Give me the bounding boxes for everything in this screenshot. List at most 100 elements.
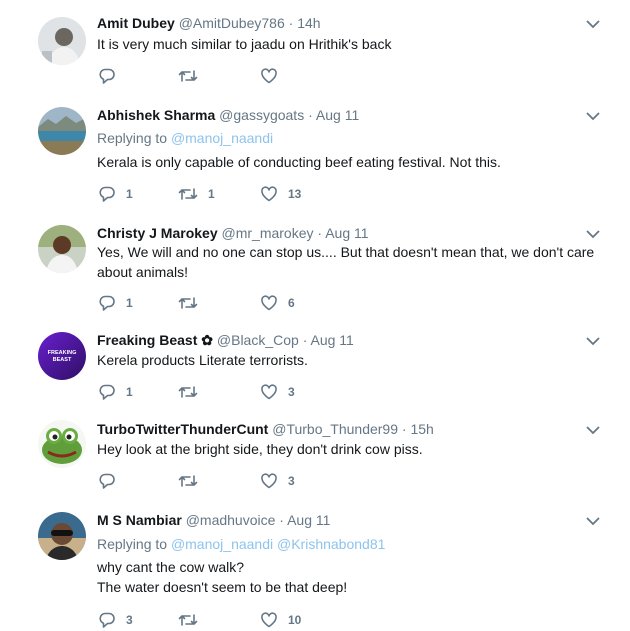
username[interactable]: @Black_Cop bbox=[217, 332, 299, 348]
heart-icon bbox=[261, 612, 277, 628]
separator: · bbox=[302, 332, 308, 348]
reply-count: 1 bbox=[126, 385, 133, 399]
chevron-down-icon[interactable] bbox=[586, 19, 600, 29]
retweet-icon bbox=[178, 614, 198, 626]
display-name[interactable]: Freaking Beast ✿ bbox=[97, 332, 213, 348]
retweet-icon bbox=[178, 297, 198, 309]
heart-icon bbox=[261, 295, 277, 311]
retweet-button[interactable] bbox=[178, 67, 208, 85]
heart-icon bbox=[261, 473, 277, 489]
tweet-text: Kerela products Literate terrorists. bbox=[97, 350, 607, 370]
like-count: 13 bbox=[288, 187, 302, 201]
separator: · bbox=[401, 421, 407, 437]
chevron-down-icon[interactable] bbox=[586, 516, 600, 526]
display-name[interactable]: M S Nambiar bbox=[97, 512, 182, 528]
display-name[interactable]: Christy J Marokey bbox=[97, 225, 218, 241]
replying-to: Replying to @manoj_naandi @Krishnabond81 bbox=[97, 535, 385, 553]
timestamp[interactable]: Aug 11 bbox=[316, 107, 359, 123]
like-count: 10 bbox=[288, 613, 302, 627]
heart-icon bbox=[261, 384, 277, 400]
reply-button[interactable]: 1 bbox=[98, 294, 133, 312]
retweet-button[interactable] bbox=[178, 472, 208, 490]
username[interactable]: @gassygoats bbox=[219, 107, 304, 123]
timestamp[interactable]: Aug 11 bbox=[325, 225, 368, 241]
username[interactable]: @Turbo_Thunder99 bbox=[272, 421, 398, 437]
chevron-down-icon[interactable] bbox=[586, 229, 600, 239]
like-button[interactable]: 6 bbox=[260, 294, 295, 312]
display-name[interactable]: TurboTwitterThunderCunt bbox=[97, 421, 268, 437]
like-button[interactable]: 3 bbox=[260, 383, 295, 401]
tweet-header: Abhishek Sharma @gassygoats · Aug 11 bbox=[97, 106, 359, 124]
display-name[interactable]: Amit Dubey bbox=[97, 15, 175, 31]
tweet-header: M S Nambiar @madhuvoice · Aug 11 bbox=[97, 511, 330, 529]
tweet-text: why cant the cow walk? The water doesn't… bbox=[97, 557, 607, 597]
avatar[interactable] bbox=[38, 17, 86, 65]
username[interactable]: @madhuvoice bbox=[186, 512, 276, 528]
mention-link[interactable]: @Krishnabond81 bbox=[277, 536, 385, 552]
like-button[interactable] bbox=[260, 67, 288, 85]
avatar[interactable] bbox=[38, 107, 86, 155]
tweet-text-line: Hey look at the bright side, they don't … bbox=[97, 441, 423, 457]
mention-link[interactable]: @manoj_naandi bbox=[171, 536, 273, 552]
tweet-text-line: why cant the cow walk? bbox=[97, 559, 245, 575]
like-button[interactable]: 10 bbox=[260, 611, 301, 629]
tweet[interactable]: TurboTwitterThunderCunt @Turbo_Thunder99… bbox=[0, 410, 630, 500]
tweet-header: Amit Dubey @AmitDubey786 · 14h bbox=[97, 14, 321, 32]
tweet-header: Freaking Beast ✿ @Black_Cop · Aug 11 bbox=[97, 331, 354, 349]
retweet-icon bbox=[178, 188, 198, 200]
reply-icon bbox=[99, 68, 115, 84]
chevron-down-icon[interactable] bbox=[586, 336, 600, 346]
tweet-header: TurboTwitterThunderCunt @Turbo_Thunder99… bbox=[97, 420, 434, 438]
tweet[interactable]: Amit Dubey @AmitDubey786 · 14h It is ver… bbox=[0, 0, 630, 97]
timestamp[interactable]: 15h bbox=[410, 421, 433, 437]
tweet-text-line: The water doesn't seem to be that deep! bbox=[97, 579, 348, 595]
like-count: 3 bbox=[288, 385, 295, 399]
reply-icon bbox=[99, 384, 115, 400]
username[interactable]: @mr_marokey bbox=[222, 225, 314, 241]
retweet-button[interactable]: 1 bbox=[178, 185, 215, 203]
avatar[interactable] bbox=[38, 225, 86, 273]
tweet-text-line: Yes, We will and no one can stop us.... … bbox=[97, 244, 595, 260]
replying-to-label: Replying to bbox=[97, 536, 168, 552]
reply-button[interactable] bbox=[98, 472, 126, 490]
avatar[interactable] bbox=[38, 420, 86, 468]
separator: · bbox=[288, 15, 294, 31]
tweet-text-line: Kerela products Literate terrorists. bbox=[97, 352, 308, 368]
tweet[interactable]: Abhishek Sharma @gassygoats · Aug 11 Rep… bbox=[0, 96, 630, 215]
timestamp[interactable]: 14h bbox=[297, 15, 320, 31]
avatar-logo-text: BEAST bbox=[53, 357, 72, 363]
avatar-logo-text: FREAKING bbox=[48, 350, 77, 356]
retweet-count: 1 bbox=[208, 187, 215, 201]
tweet-text: It is very much similar to jaadu on Hrit… bbox=[97, 34, 607, 54]
tweet[interactable]: Christy J Marokey @mr_marokey · Aug 11 Y… bbox=[0, 214, 630, 322]
retweet-button[interactable] bbox=[178, 611, 208, 629]
chevron-down-icon[interactable] bbox=[586, 111, 600, 121]
display-name[interactable]: Abhishek Sharma bbox=[97, 107, 215, 123]
reply-icon bbox=[99, 295, 115, 311]
separator: · bbox=[308, 107, 313, 123]
tweet[interactable]: FREAKING BEAST Freaking Beast ✿ @Black_C… bbox=[0, 321, 630, 411]
reply-button[interactable]: 1 bbox=[98, 383, 133, 401]
reply-button[interactable] bbox=[98, 67, 126, 85]
tweet-text-line: Kerala is only capable of conducting bee… bbox=[97, 154, 501, 170]
tweet-header: Christy J Marokey @mr_marokey · Aug 11 bbox=[97, 224, 369, 242]
tweet[interactable]: M S Nambiar @madhuvoice · Aug 11 Replyin… bbox=[0, 499, 630, 631]
username[interactable]: @AmitDubey786 bbox=[179, 15, 285, 31]
separator: · bbox=[279, 512, 284, 528]
chevron-down-icon[interactable] bbox=[586, 425, 600, 435]
avatar[interactable] bbox=[38, 512, 86, 560]
mention-link[interactable]: @manoj_naandi bbox=[171, 130, 273, 146]
like-button[interactable]: 3 bbox=[260, 472, 295, 490]
avatar[interactable]: FREAKING BEAST bbox=[38, 332, 86, 380]
retweet-icon bbox=[178, 70, 198, 82]
timestamp[interactable]: Aug 11 bbox=[287, 512, 330, 528]
timestamp[interactable]: Aug 11 bbox=[311, 332, 354, 348]
retweet-button[interactable] bbox=[178, 294, 208, 312]
like-count: 6 bbox=[288, 296, 295, 310]
like-button[interactable]: 13 bbox=[260, 185, 301, 203]
reply-button[interactable]: 1 bbox=[98, 185, 133, 203]
reply-button[interactable]: 3 bbox=[98, 611, 133, 629]
reply-icon bbox=[99, 186, 115, 202]
retweet-button[interactable] bbox=[178, 383, 208, 401]
tweet-text-line: It is very much similar to jaadu on Hrit… bbox=[97, 36, 392, 52]
